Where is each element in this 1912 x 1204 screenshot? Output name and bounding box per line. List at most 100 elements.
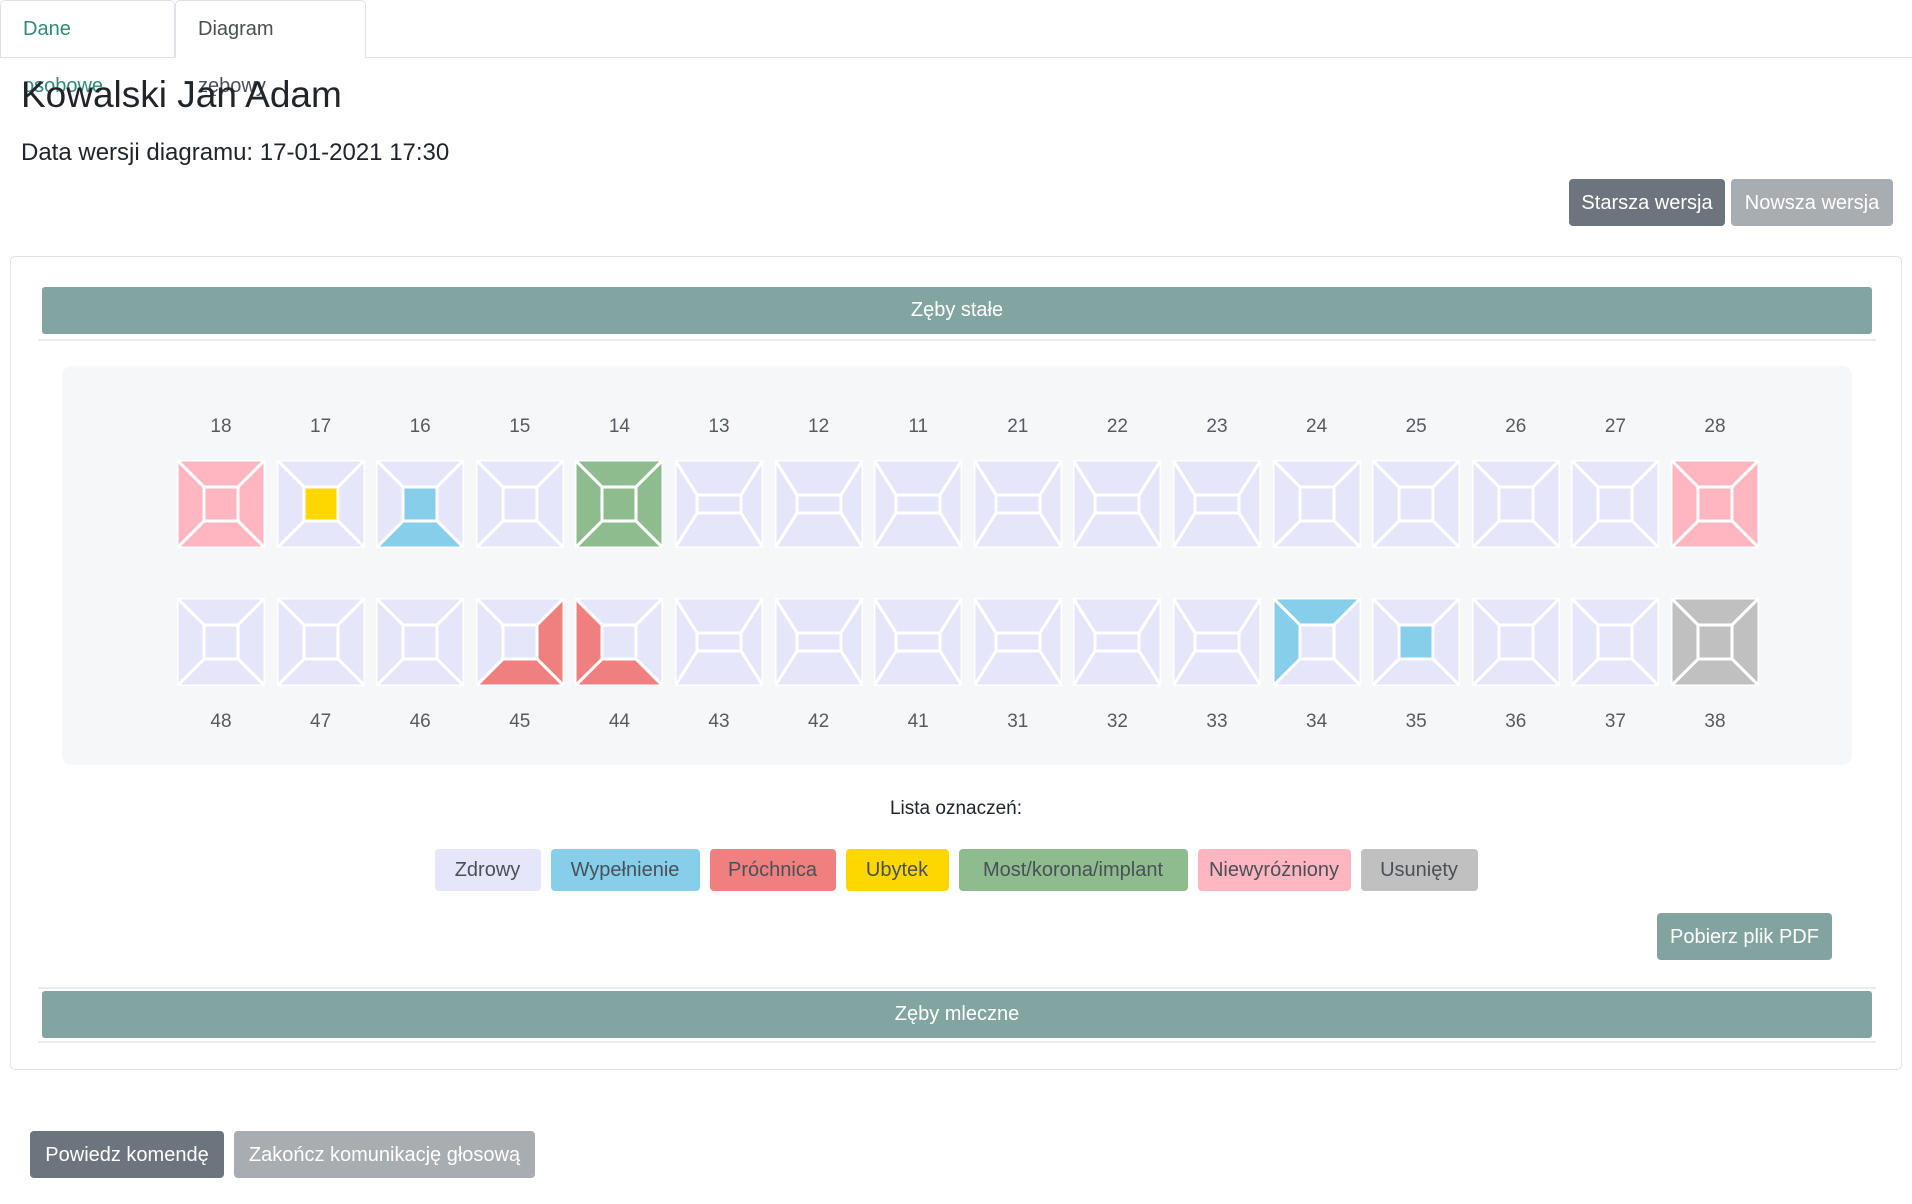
- tooth-number: 32: [1106, 711, 1128, 732]
- tooth-27[interactable]: [1571, 460, 1660, 548]
- tooth-25[interactable]: [1372, 460, 1461, 548]
- tooth-number: 22: [1106, 416, 1128, 437]
- tooth-32[interactable]: [1073, 598, 1162, 686]
- tooth-surface-center[interactable]: [695, 631, 743, 653]
- tooth-surface-center[interactable]: [1298, 623, 1336, 661]
- tooth-16[interactable]: [376, 460, 465, 548]
- newer-version-button[interactable]: Nowsza wersja: [1731, 179, 1893, 226]
- tooth-number: 16: [409, 416, 431, 437]
- tooth-surface-center[interactable]: [501, 485, 539, 523]
- tooth-surface-center[interactable]: [1298, 485, 1336, 523]
- tooth-surface-center[interactable]: [1093, 493, 1141, 515]
- say-command-button[interactable]: Powiedz komendę: [30, 1131, 224, 1178]
- section-header-milk-teeth[interactable]: Zęby mleczne: [42, 991, 1872, 1038]
- tooth-24[interactable]: [1272, 460, 1361, 548]
- tooth-45[interactable]: [475, 598, 564, 686]
- tooth-12[interactable]: [774, 460, 863, 548]
- tab-personal-data[interactable]: Dane osobowe: [0, 0, 175, 97]
- section-header-permanent-teeth[interactable]: Zęby stałe: [42, 287, 1872, 334]
- tooth-21[interactable]: [973, 460, 1062, 548]
- tooth-14[interactable]: [575, 460, 664, 548]
- tooth-13[interactable]: [675, 460, 763, 548]
- tooth-surface-center[interactable]: [302, 485, 340, 523]
- tooth-surface-center[interactable]: [695, 493, 743, 515]
- tooth-surface-center[interactable]: [894, 493, 942, 515]
- tooth-surface-center[interactable]: [600, 485, 638, 523]
- tooth-18[interactable]: [177, 460, 265, 548]
- tooth-number: 21: [1007, 416, 1029, 437]
- tooth-number: 28: [1704, 416, 1726, 437]
- older-version-button[interactable]: Starsza wersja: [1569, 179, 1725, 226]
- diagram-card: Zęby stałe 18 17 16 15 14 13 12 11 21 22 23 24 25 26 2…: [10, 256, 1902, 1070]
- tooth-17[interactable]: [276, 460, 365, 548]
- tooth-48[interactable]: [177, 598, 265, 686]
- diagram-version-date: Data wersji diagramu: 17-01-2021 17:30: [21, 139, 450, 166]
- tooth-surface-center[interactable]: [1696, 485, 1734, 523]
- tooth-surface-center[interactable]: [1596, 485, 1634, 523]
- tooth-surface-center[interactable]: [1193, 493, 1241, 515]
- tooth-number: 48: [210, 711, 232, 732]
- tooth-surface-center[interactable]: [994, 631, 1042, 653]
- tooth-surface-center[interactable]: [401, 623, 439, 661]
- tooth-surface-center[interactable]: [795, 631, 843, 653]
- section-divider: [38, 987, 1876, 989]
- tooth-36[interactable]: [1471, 598, 1560, 686]
- tab-dental-diagram[interactable]: Diagram zębowy: [175, 0, 366, 97]
- tooth-number: 42: [808, 711, 830, 732]
- download-pdf-button[interactable]: Pobierz plik PDF: [1657, 913, 1832, 960]
- tooth-surface-center[interactable]: [1596, 623, 1634, 661]
- tooth-46[interactable]: [376, 598, 465, 686]
- tooth-43[interactable]: [675, 598, 763, 686]
- tooth-surface-center[interactable]: [202, 485, 240, 523]
- tooth-31[interactable]: [973, 598, 1062, 686]
- tooth-surface-center[interactable]: [1093, 631, 1141, 653]
- tooth-surface-center[interactable]: [401, 485, 439, 523]
- tooth-number: 13: [708, 416, 730, 437]
- tooth-chart: 18 17 16 15 14 13 12 11 21 22 23 24 25 26 27 28 48 47 46 4…: [62, 366, 1852, 765]
- tooth-26[interactable]: [1471, 460, 1560, 548]
- tooth-surface-center[interactable]: [1497, 623, 1535, 661]
- section-divider: [38, 1041, 1876, 1043]
- tooth-surface-center[interactable]: [202, 623, 240, 661]
- tooth-number: 46: [409, 711, 431, 732]
- tooth-38[interactable]: [1671, 598, 1759, 686]
- tooth-surface-center[interactable]: [795, 493, 843, 515]
- tooth-surface-center[interactable]: [302, 623, 340, 661]
- tooth-44[interactable]: [575, 598, 664, 686]
- tooth-15[interactable]: [475, 460, 564, 548]
- tooth-surface-center[interactable]: [1193, 631, 1241, 653]
- tooth-11[interactable]: [874, 460, 963, 548]
- tooth-41[interactable]: [874, 598, 963, 686]
- tooth-surface-center[interactable]: [1497, 485, 1535, 523]
- legend-chip: Usunięty: [1360, 849, 1478, 891]
- tooth-number: 43: [708, 711, 730, 732]
- tooth-number: 45: [509, 711, 531, 732]
- tooth-33[interactable]: [1173, 598, 1261, 686]
- tooth-number: 18: [210, 416, 232, 437]
- tooth-37[interactable]: [1571, 598, 1660, 686]
- end-voice-communication-button[interactable]: Zakończ komunikację głosową: [234, 1131, 535, 1178]
- tooth-surface-center[interactable]: [1397, 485, 1435, 523]
- tooth-surface-center[interactable]: [994, 493, 1042, 515]
- tooth-number: 24: [1306, 416, 1328, 437]
- tooth-surface-center[interactable]: [1397, 623, 1435, 661]
- tooth-number: 23: [1206, 416, 1228, 437]
- legend-chip: Ubytek: [845, 849, 949, 891]
- tooth-number: 14: [608, 416, 630, 437]
- tooth-22[interactable]: [1073, 460, 1162, 548]
- tooth-34[interactable]: [1272, 598, 1361, 686]
- legend-chip: Most/korona/implant: [958, 849, 1188, 891]
- tooth-number: 15: [509, 416, 531, 437]
- tooth-number: 36: [1505, 711, 1527, 732]
- tooth-surface-center[interactable]: [501, 623, 539, 661]
- tooth-47[interactable]: [276, 598, 365, 686]
- tooth-surface-center[interactable]: [894, 631, 942, 653]
- tooth-23[interactable]: [1173, 460, 1261, 548]
- tooth-28[interactable]: [1671, 460, 1759, 548]
- tooth-surface-center[interactable]: [600, 623, 638, 661]
- tooth-surface-center[interactable]: [1696, 623, 1734, 661]
- patient-name: Kowalski Jan Adam: [21, 74, 342, 115]
- tooth-35[interactable]: [1372, 598, 1461, 686]
- tooth-42[interactable]: [774, 598, 863, 686]
- tooth-number: 33: [1206, 711, 1228, 732]
